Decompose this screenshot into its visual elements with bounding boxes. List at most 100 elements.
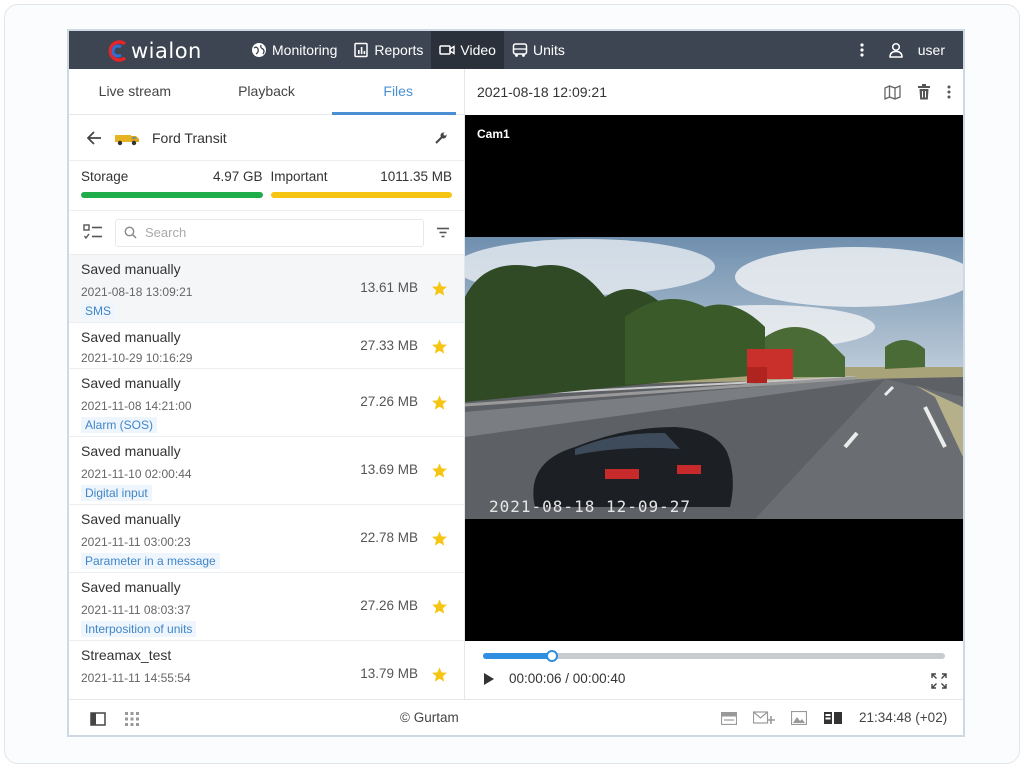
file-title: Saved manually — [81, 261, 181, 277]
search-row: Search — [69, 211, 464, 255]
file-title: Saved manually — [81, 511, 181, 527]
more-vert-icon[interactable] — [860, 43, 864, 57]
file-size: 27.33 MB — [360, 338, 418, 353]
seek-progress — [483, 653, 553, 659]
file-item[interactable]: Saved manually 2021-11-10 02:00:44 Digit… — [69, 437, 464, 505]
file-item[interactable]: Saved manually 2021-11-11 08:03:37 Inter… — [69, 573, 464, 641]
image-icon[interactable] — [791, 711, 807, 725]
video-tabs: Live stream Playback Files — [69, 69, 464, 115]
unit-name: Ford Transit — [152, 129, 227, 146]
file-tag: Alarm (SOS) — [81, 417, 158, 433]
file-title: Saved manually — [81, 375, 181, 391]
file-time: 2021-10-29 10:16:29 — [81, 351, 193, 365]
storage-value: 4.97 GB — [212, 169, 263, 184]
file-title: Saved manually — [81, 579, 181, 595]
time-display: 00:00:06 / 00:00:40 — [509, 671, 626, 686]
nav-units-label: Units — [532, 42, 565, 58]
file-item[interactable]: Saved manually 2021-11-11 03:00:23 Param… — [69, 505, 464, 573]
file-tag: SMS — [81, 303, 116, 319]
logo-icon — [108, 40, 127, 62]
player-panel: 2021-08-18 12:09:21 Cam1 2021-08-18 12-0… — [465, 69, 963, 699]
storage-label: Storage — [81, 169, 129, 184]
report-icon — [354, 42, 369, 58]
back-arrow-icon[interactable] — [87, 130, 102, 145]
tab-playback[interactable]: Playback — [201, 69, 333, 114]
notification-icon[interactable] — [721, 712, 737, 725]
mail-add-icon[interactable] — [753, 711, 775, 725]
tab-live-stream[interactable]: Live stream — [69, 69, 201, 114]
truck-icon — [114, 130, 140, 146]
panel-toggle-icon[interactable] — [90, 712, 106, 726]
search-input[interactable]: Search — [115, 218, 424, 247]
file-item[interactable]: Saved manually 2021-10-29 10:16:29 27.33… — [69, 323, 464, 369]
fullscreen-icon[interactable] — [931, 673, 947, 689]
video-icon — [439, 45, 456, 55]
important-bar — [270, 192, 452, 198]
seek-bar[interactable] — [483, 650, 945, 662]
more-vert-icon[interactable] — [947, 85, 951, 99]
storage-total: Storage 4.97 GB — [81, 169, 263, 210]
camera-label: Cam1 — [477, 127, 510, 141]
storage-important: Important 1011.35 MB — [270, 169, 452, 210]
status-footer: © Gurtam 21:34:48 (+02) — [69, 699, 963, 735]
filter-icon[interactable] — [436, 227, 450, 238]
tab-files[interactable]: Files — [332, 69, 464, 115]
file-title: Saved manually — [81, 443, 181, 459]
map-icon[interactable] — [884, 84, 901, 100]
video-datetime: 2021-08-18 12:09:21 — [477, 84, 607, 100]
nav-units[interactable]: Units — [504, 31, 573, 69]
bus-icon — [512, 43, 528, 57]
file-tag: Parameter in a message — [81, 553, 220, 569]
search-placeholder: Search — [145, 225, 187, 240]
video-frame — [465, 237, 963, 519]
play-icon[interactable] — [483, 672, 495, 686]
unit-header: Ford Transit — [69, 115, 464, 161]
star-icon[interactable] — [431, 280, 448, 297]
important-value: 1011.35 MB — [380, 169, 452, 184]
star-icon[interactable] — [431, 666, 448, 683]
nav-video[interactable]: Video — [431, 31, 504, 69]
nav-reports[interactable]: Reports — [345, 31, 431, 69]
trash-icon[interactable] — [917, 84, 931, 100]
user-name[interactable]: user — [918, 42, 945, 58]
clock: 21:34:48 (+02) — [859, 710, 948, 725]
user-icon[interactable] — [888, 42, 904, 58]
player-header: 2021-08-18 12:09:21 — [465, 69, 963, 115]
file-item[interactable]: Streamax_test 2021-11-11 14:55:54 13.79 … — [69, 641, 464, 699]
seek-handle[interactable] — [546, 650, 559, 662]
files-panel: Live stream Playback Files Ford Transit … — [69, 69, 465, 699]
file-tag: Digital input — [81, 485, 152, 501]
wrench-icon[interactable] — [434, 131, 448, 145]
storage-bar — [81, 192, 263, 198]
file-item[interactable]: Saved manually 2021-11-08 14:21:00 Alarm… — [69, 369, 464, 437]
layout-icon[interactable] — [824, 712, 842, 724]
grid-icon[interactable] — [125, 712, 139, 726]
star-icon[interactable] — [431, 462, 448, 479]
wialon-logo[interactable]: wialon — [105, 38, 217, 64]
nav-monitoring[interactable]: Monitoring — [243, 31, 345, 69]
nav-video-label: Video — [460, 42, 496, 58]
star-icon[interactable] — [431, 598, 448, 615]
file-size: 22.78 MB — [360, 530, 418, 545]
file-size: 27.26 MB — [360, 598, 418, 613]
video-timestamp: 2021-08-18 12-09-27 — [489, 497, 692, 516]
search-icon — [124, 226, 137, 239]
player-controls: 00:00:06 / 00:00:40 — [465, 641, 963, 699]
file-title: Streamax_test — [81, 647, 172, 663]
file-size: 27.26 MB — [360, 394, 418, 409]
logo-text: wialon — [131, 39, 202, 63]
star-icon[interactable] — [431, 338, 448, 355]
file-size: 13.79 MB — [360, 666, 418, 681]
file-list: Saved manually 2021-08-18 13:09:21 SMS 1… — [69, 255, 464, 699]
nav-monitoring-label: Monitoring — [272, 42, 338, 58]
important-label: Important — [270, 169, 328, 184]
file-item[interactable]: Saved manually 2021-08-18 13:09:21 SMS 1… — [69, 255, 464, 323]
file-size: 13.61 MB — [360, 280, 418, 295]
star-icon[interactable] — [431, 394, 448, 411]
top-right-controls: user — [860, 31, 945, 69]
checklist-icon[interactable] — [83, 223, 103, 242]
video-player[interactable]: Cam1 2021-08-18 12-09-27 — [465, 115, 963, 641]
nav-reports-label: Reports — [374, 42, 424, 58]
star-icon[interactable] — [431, 530, 448, 547]
main-nav: Monitoring Reports Video Units — [243, 31, 573, 69]
